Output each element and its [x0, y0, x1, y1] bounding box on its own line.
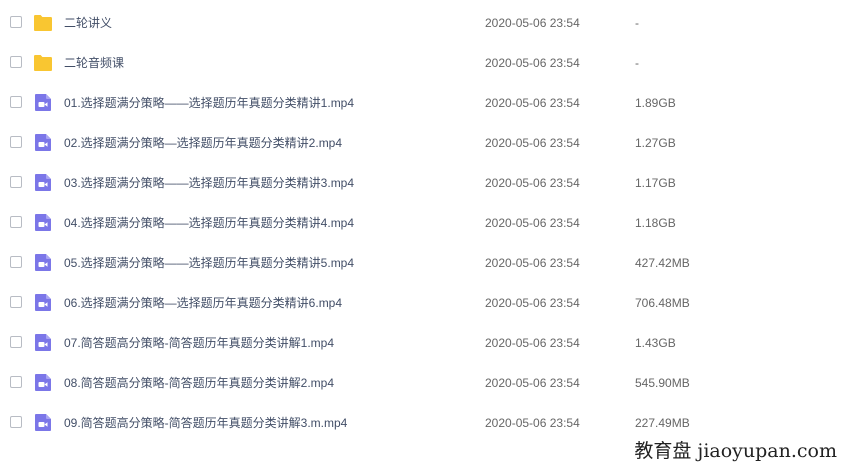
- row-checkbox[interactable]: [10, 16, 22, 28]
- video-file-icon: [33, 213, 53, 232]
- file-modified-date: 2020-05-06 23:54: [485, 176, 580, 190]
- file-modified-date: 2020-05-06 23:54: [485, 336, 580, 350]
- video-file-icon: [33, 293, 53, 312]
- video-file-icon: [33, 333, 53, 352]
- file-size: -: [635, 16, 639, 30]
- file-size: 545.90MB: [635, 376, 690, 390]
- file-size: 1.17GB: [635, 176, 676, 190]
- file-modified-date: 2020-05-06 23:54: [485, 416, 580, 430]
- file-modified-date: 2020-05-06 23:54: [485, 96, 580, 110]
- file-size: 706.48MB: [635, 296, 690, 310]
- file-row[interactable]: 09.简答题高分策略-简答题历年真题分类讲解3.m.mp4 2020-05-06…: [0, 403, 847, 443]
- file-size: 227.49MB: [635, 416, 690, 430]
- file-name[interactable]: 02.选择题满分策略—选择题历年真题分类精讲2.mp4: [64, 135, 342, 151]
- video-file-icon: [33, 133, 53, 152]
- video-file-icon: [33, 93, 53, 112]
- row-checkbox[interactable]: [10, 136, 22, 148]
- file-name[interactable]: 01.选择题满分策略——选择题历年真题分类精讲1.mp4: [64, 95, 354, 111]
- row-checkbox[interactable]: [10, 376, 22, 388]
- folder-icon: [33, 53, 53, 72]
- file-name[interactable]: 07.简答题高分策略-简答题历年真题分类讲解1.mp4: [64, 335, 334, 351]
- file-row[interactable]: 04.选择题满分策略——选择题历年真题分类精讲4.mp4 2020-05-06 …: [0, 203, 847, 243]
- file-size: 1.18GB: [635, 216, 676, 230]
- file-row[interactable]: 二轮音频课 2020-05-06 23:54 -: [0, 43, 847, 83]
- file-modified-date: 2020-05-06 23:54: [485, 16, 580, 30]
- file-row[interactable]: 06.选择题满分策略—选择题历年真题分类精讲6.mp4 2020-05-06 2…: [0, 283, 847, 323]
- file-size: 1.27GB: [635, 136, 676, 150]
- watermark: 教育盘 jiaoyupan.com: [626, 439, 841, 463]
- row-checkbox[interactable]: [10, 256, 22, 268]
- file-modified-date: 2020-05-06 23:54: [485, 296, 580, 310]
- file-name[interactable]: 08.简答题高分策略-简答题历年真题分类讲解2.mp4: [64, 375, 334, 391]
- file-name[interactable]: 二轮讲义: [64, 15, 112, 31]
- file-row[interactable]: 07.简答题高分策略-简答题历年真题分类讲解1.mp4 2020-05-06 2…: [0, 323, 847, 363]
- row-checkbox[interactable]: [10, 416, 22, 428]
- file-name[interactable]: 04.选择题满分策略——选择题历年真题分类精讲4.mp4: [64, 215, 354, 231]
- row-checkbox[interactable]: [10, 176, 22, 188]
- file-size: 427.42MB: [635, 256, 690, 270]
- file-list: 二轮讲义 2020-05-06 23:54 - 二轮音频课 2020-05-06…: [0, 3, 847, 443]
- file-modified-date: 2020-05-06 23:54: [485, 136, 580, 150]
- video-file-icon: [33, 413, 53, 432]
- video-file-icon: [33, 173, 53, 192]
- file-modified-date: 2020-05-06 23:54: [485, 376, 580, 390]
- row-checkbox[interactable]: [10, 56, 22, 68]
- file-name[interactable]: 03.选择题满分策略——选择题历年真题分类精讲3.mp4: [64, 175, 354, 191]
- folder-icon: [33, 13, 53, 32]
- file-name[interactable]: 二轮音频课: [64, 55, 124, 71]
- file-row[interactable]: 05.选择题满分策略——选择题历年真题分类精讲5.mp4 2020-05-06 …: [0, 243, 847, 283]
- file-row[interactable]: 08.简答题高分策略-简答题历年真题分类讲解2.mp4 2020-05-06 2…: [0, 363, 847, 403]
- file-modified-date: 2020-05-06 23:54: [485, 216, 580, 230]
- file-name[interactable]: 09.简答题高分策略-简答题历年真题分类讲解3.m.mp4: [64, 415, 347, 431]
- file-row[interactable]: 02.选择题满分策略—选择题历年真题分类精讲2.mp4 2020-05-06 2…: [0, 123, 847, 163]
- file-size: 1.43GB: [635, 336, 676, 350]
- row-checkbox[interactable]: [10, 296, 22, 308]
- file-row[interactable]: 二轮讲义 2020-05-06 23:54 -: [0, 3, 847, 43]
- file-modified-date: 2020-05-06 23:54: [485, 56, 580, 70]
- file-name[interactable]: 06.选择题满分策略—选择题历年真题分类精讲6.mp4: [64, 295, 342, 311]
- file-row[interactable]: 01.选择题满分策略——选择题历年真题分类精讲1.mp4 2020-05-06 …: [0, 83, 847, 123]
- file-name[interactable]: 05.选择题满分策略——选择题历年真题分类精讲5.mp4: [64, 255, 354, 271]
- video-file-icon: [33, 373, 53, 392]
- file-size: 1.89GB: [635, 96, 676, 110]
- row-checkbox[interactable]: [10, 96, 22, 108]
- row-checkbox[interactable]: [10, 216, 22, 228]
- row-checkbox[interactable]: [10, 336, 22, 348]
- video-file-icon: [33, 253, 53, 272]
- file-row[interactable]: 03.选择题满分策略——选择题历年真题分类精讲3.mp4 2020-05-06 …: [0, 163, 847, 203]
- file-size: -: [635, 56, 639, 70]
- file-modified-date: 2020-05-06 23:54: [485, 256, 580, 270]
